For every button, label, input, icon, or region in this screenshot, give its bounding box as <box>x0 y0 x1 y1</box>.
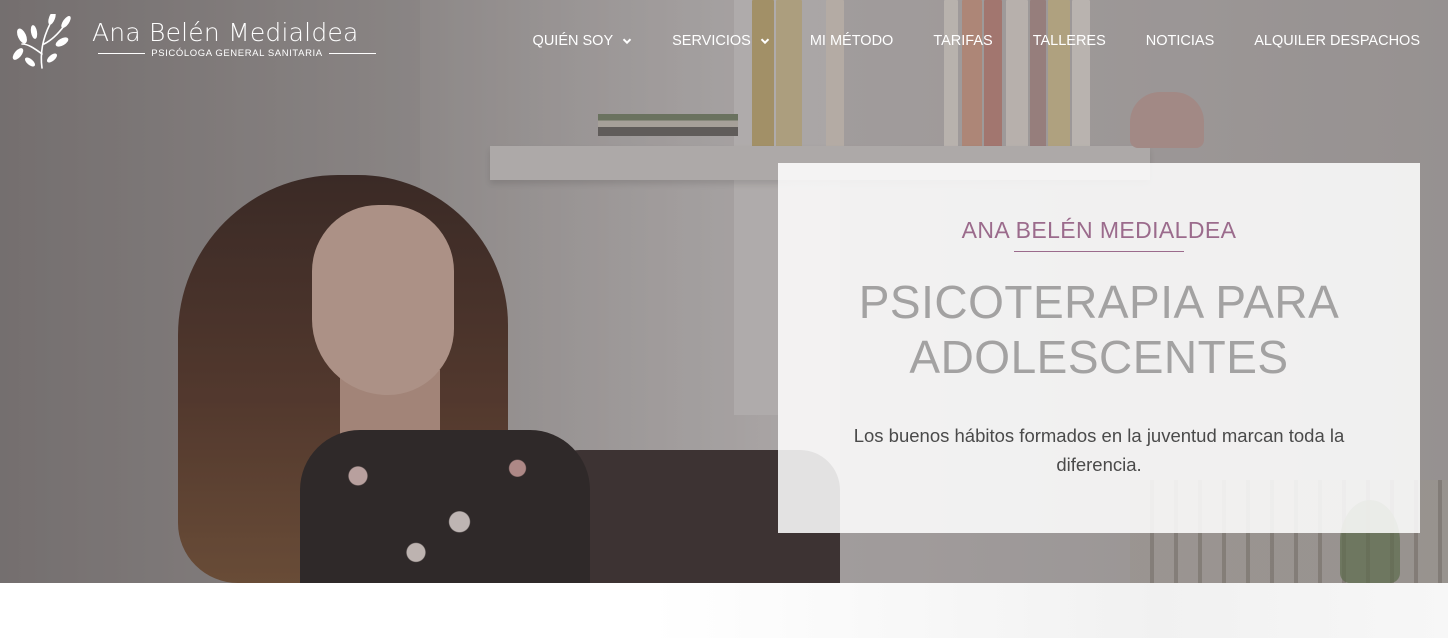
nav-item-label: TALLERES <box>1032 33 1106 49</box>
hero-kicker: ANA BELÉN MEDIALDEA <box>961 217 1237 243</box>
nav-item-quien-soy[interactable]: QUIÉN SOY <box>533 33 633 49</box>
chevron-down-icon <box>760 38 770 45</box>
nav-item-label: MI MÉTODO <box>809 33 894 49</box>
nav-item-label: QUIÉN SOY <box>532 33 614 49</box>
divider <box>98 53 146 54</box>
chevron-down-icon <box>622 38 632 45</box>
site-header: Ana Belén Medialdea PSICÓLOGA GENERAL SA… <box>0 0 1448 84</box>
nav-item-alquiler-despachos[interactable]: ALQUILER DESPACHOS <box>1254 33 1420 49</box>
logo[interactable]: Ana Belén Medialdea PSICÓLOGA GENERAL SA… <box>12 14 377 70</box>
hero-card: ANA BELÉN MEDIALDEA PSICOTERAPIA PARA AD… <box>778 163 1420 533</box>
nav-item-label: TARIFAS <box>933 33 993 49</box>
page-body-start <box>0 583 1448 638</box>
main-nav: QUIÉN SOY SERVICIOS MI MÉTODO TARIFAS TA… <box>533 33 1420 49</box>
nav-item-label: SERVICIOS <box>672 33 751 49</box>
divider <box>328 53 377 54</box>
logo-subtitle: PSICÓLOGA GENERAL SANITARIA <box>151 48 323 59</box>
hero-title: PSICOTERAPIA PARA ADOLESCENTES <box>858 276 1340 383</box>
logo-text: Ana Belén Medialdea PSICÓLOGA GENERAL SA… <box>92 18 382 59</box>
logo-name: Ana Belén Medialdea <box>92 18 359 47</box>
nav-item-label: ALQUILER DESPACHOS <box>1254 33 1420 49</box>
kicker-underline <box>1014 251 1184 252</box>
nav-item-servicios[interactable]: SERVICIOS <box>672 33 770 49</box>
logo-subtitle-row: PSICÓLOGA GENERAL SANITARIA <box>92 48 382 59</box>
olive-branch-icon <box>12 14 71 69</box>
nav-item-noticias[interactable]: NOTICIAS <box>1146 33 1214 49</box>
nav-item-mi-metodo[interactable]: MI MÉTODO <box>810 33 894 49</box>
nav-item-talleres[interactable]: TALLERES <box>1033 33 1106 49</box>
nav-item-tarifas[interactable]: TARIFAS <box>933 33 992 49</box>
hero-text: Los buenos hábitos formados en la juvent… <box>853 425 1345 475</box>
hero-banner: Ana Belén Medialdea PSICÓLOGA GENERAL SA… <box>0 0 1448 583</box>
nav-item-label: NOTICIAS <box>1145 33 1215 49</box>
